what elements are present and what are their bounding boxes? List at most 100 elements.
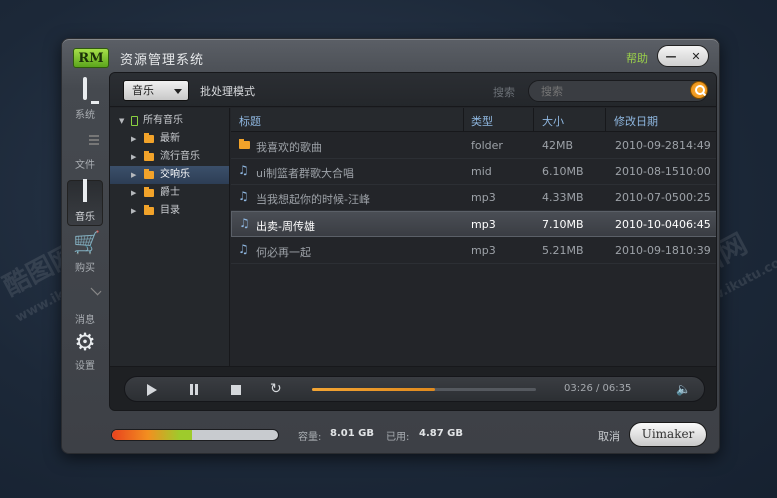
column-header-date[interactable]: 修改日期 [614, 113, 658, 129]
mail-icon [73, 284, 97, 308]
collapsed-arrow-icon: ▶ [131, 189, 137, 197]
progress-fill [312, 388, 436, 391]
nav-label: 系统 [75, 110, 95, 121]
row-size: 6.10MB [542, 165, 584, 178]
column-divider [605, 108, 606, 132]
tree-item-label: 最新 [160, 133, 180, 144]
category-select[interactable]: 音乐 [123, 80, 189, 101]
music-note-icon: ♫ [238, 163, 249, 177]
collapsed-arrow-icon: ▶ [131, 207, 137, 215]
content-panel: 音乐 批处理模式 搜索 ▼ 所有音乐 ▶ 最新 ▶ 流行音乐 [109, 72, 717, 411]
collapsed-arrow-icon: ▶ [131, 153, 137, 161]
row-date: 2010-10-04 [615, 218, 679, 231]
table-header: 标题 类型 大小 修改日期 [231, 108, 716, 132]
row-title: 当我想起你的时候-汪峰 [256, 193, 370, 206]
volume-icon[interactable]: 🔈 [676, 382, 691, 396]
row-type: folder [471, 139, 503, 152]
nav-label: 文件 [75, 160, 95, 171]
folder-icon [144, 205, 154, 215]
music-note-icon: ♫ [238, 189, 249, 203]
help-link[interactable]: 帮助 [626, 50, 648, 66]
nav-item-system[interactable]: 系统 [67, 77, 103, 125]
tree-item-label: 爵士 [160, 187, 180, 198]
app-logo: RM [73, 48, 109, 68]
app-window: RM 资源管理系统 帮助 — ✕ 系统 文件 音乐 🛒 购买 消息 ⚙ 设置 音… [61, 38, 720, 454]
tree-item[interactable]: ▶ 最新 [110, 130, 229, 148]
playback-time: 03:26 / 06:35 [564, 383, 632, 394]
row-time: 00:25 [679, 191, 711, 204]
collapsed-arrow-icon: ▶ [131, 171, 137, 179]
table-row[interactable]: 我喜欢的歌曲 folder 42MB 2010-09-28 14:49 [231, 133, 716, 159]
row-type: mp3 [471, 218, 496, 231]
stop-icon[interactable] [231, 385, 241, 395]
tree-item[interactable]: ▶ 流行音乐 [110, 148, 229, 166]
table-row-selected[interactable]: ♫ 出卖-周传雄 mp3 7.10MB 2010-10-04 06:45 [231, 211, 716, 237]
folder-icon [239, 139, 250, 149]
nav-label: 设置 [75, 361, 95, 372]
row-date: 2010-08-15 [615, 165, 679, 178]
column-divider [463, 108, 464, 132]
nav-item-files[interactable]: 文件 [67, 129, 103, 175]
table-row[interactable]: ♫ ui制篮者群歌大合唱 mid 6.10MB 2010-08-15 10:00 [231, 159, 716, 185]
nav-label: 购买 [75, 263, 95, 274]
row-title: ui制篮者群歌大合唱 [256, 167, 355, 180]
column-header-type[interactable]: 类型 [471, 113, 493, 129]
nav-label: 消息 [75, 315, 95, 326]
nav-item-music[interactable]: 音乐 [67, 179, 103, 226]
confirm-button[interactable]: Uimaker [629, 422, 707, 447]
search-icon[interactable] [690, 81, 708, 99]
expand-arrow-icon: ▼ [119, 117, 125, 125]
document-icon [73, 129, 97, 153]
row-title: 我喜欢的歌曲 [256, 141, 322, 154]
capacity-bar [111, 429, 279, 441]
folder-icon [144, 187, 154, 197]
row-size: 4.33MB [542, 191, 584, 204]
table-row[interactable]: ♫ 何必再一起 mp3 5.21MB 2010-09-18 10:39 [231, 238, 716, 264]
gear-icon: ⚙ [74, 328, 96, 356]
column-header-title[interactable]: 标题 [239, 113, 261, 129]
table-row[interactable]: ♫ 当我想起你的时候-汪峰 mp3 4.33MB 2010-07-05 00:2… [231, 185, 716, 211]
file-table: 标题 类型 大小 修改日期 我喜欢的歌曲 folder 42MB 2010-09… [231, 108, 716, 366]
column-header-size[interactable]: 大小 [542, 113, 564, 129]
capacity-label: 容量: [298, 432, 322, 443]
row-time: 10:00 [679, 165, 711, 178]
progress-slider[interactable] [312, 388, 536, 391]
nav-item-settings[interactable]: ⚙ 设置 [67, 330, 103, 376]
nav-item-messages[interactable]: 消息 [67, 284, 103, 330]
player-controls: ↻ 03:26 / 06:35 🔈 [124, 376, 705, 402]
app-title: 资源管理系统 [120, 53, 205, 68]
tree-item-label: 目录 [160, 205, 180, 216]
used-value: 4.87 GB [419, 428, 463, 439]
cancel-button[interactable]: 取消 [598, 428, 620, 444]
nav-item-buy[interactable]: 🛒 购买 [67, 232, 103, 278]
play-icon[interactable] [147, 384, 157, 396]
search-label: 搜索 [493, 86, 515, 99]
minimize-button[interactable]: — [665, 51, 676, 62]
row-date: 2010-07-05 [615, 191, 679, 204]
player: ↻ 03:26 / 06:35 🔈 [110, 366, 716, 410]
capacity-value: 8.01 GB [330, 428, 374, 439]
tree-root[interactable]: ▼ 所有音乐 [110, 112, 229, 130]
tree-item-selected[interactable]: ▶ 交响乐 [110, 166, 229, 184]
pause-icon[interactable] [189, 384, 199, 395]
tree-item[interactable]: ▶ 目录 [110, 202, 229, 220]
music-note-icon: ♫ [238, 242, 249, 256]
repeat-icon[interactable]: ↻ [270, 381, 282, 397]
close-button[interactable]: ✕ [691, 51, 700, 62]
chevron-down-icon [174, 89, 182, 94]
folder-icon [144, 133, 154, 143]
category-select-value: 音乐 [132, 84, 154, 97]
search-input[interactable] [528, 80, 708, 102]
row-time: 06:45 [679, 218, 711, 231]
tree-item[interactable]: ▶ 爵士 [110, 184, 229, 202]
collapsed-arrow-icon: ▶ [131, 135, 137, 143]
nav-label: 音乐 [75, 212, 95, 223]
row-date: 2010-09-28 [615, 139, 679, 152]
batch-mode-button[interactable]: 批处理模式 [200, 83, 255, 99]
row-size: 7.10MB [542, 218, 584, 231]
folder-icon [144, 151, 154, 161]
window-controls: — ✕ [657, 45, 709, 67]
capacity-fill [112, 430, 192, 440]
tree-item-label: 流行音乐 [160, 151, 200, 162]
folder-tree: ▼ 所有音乐 ▶ 最新 ▶ 流行音乐 ▶ 交响乐 ▶ 爵士 ▶ 目录 [110, 108, 230, 366]
